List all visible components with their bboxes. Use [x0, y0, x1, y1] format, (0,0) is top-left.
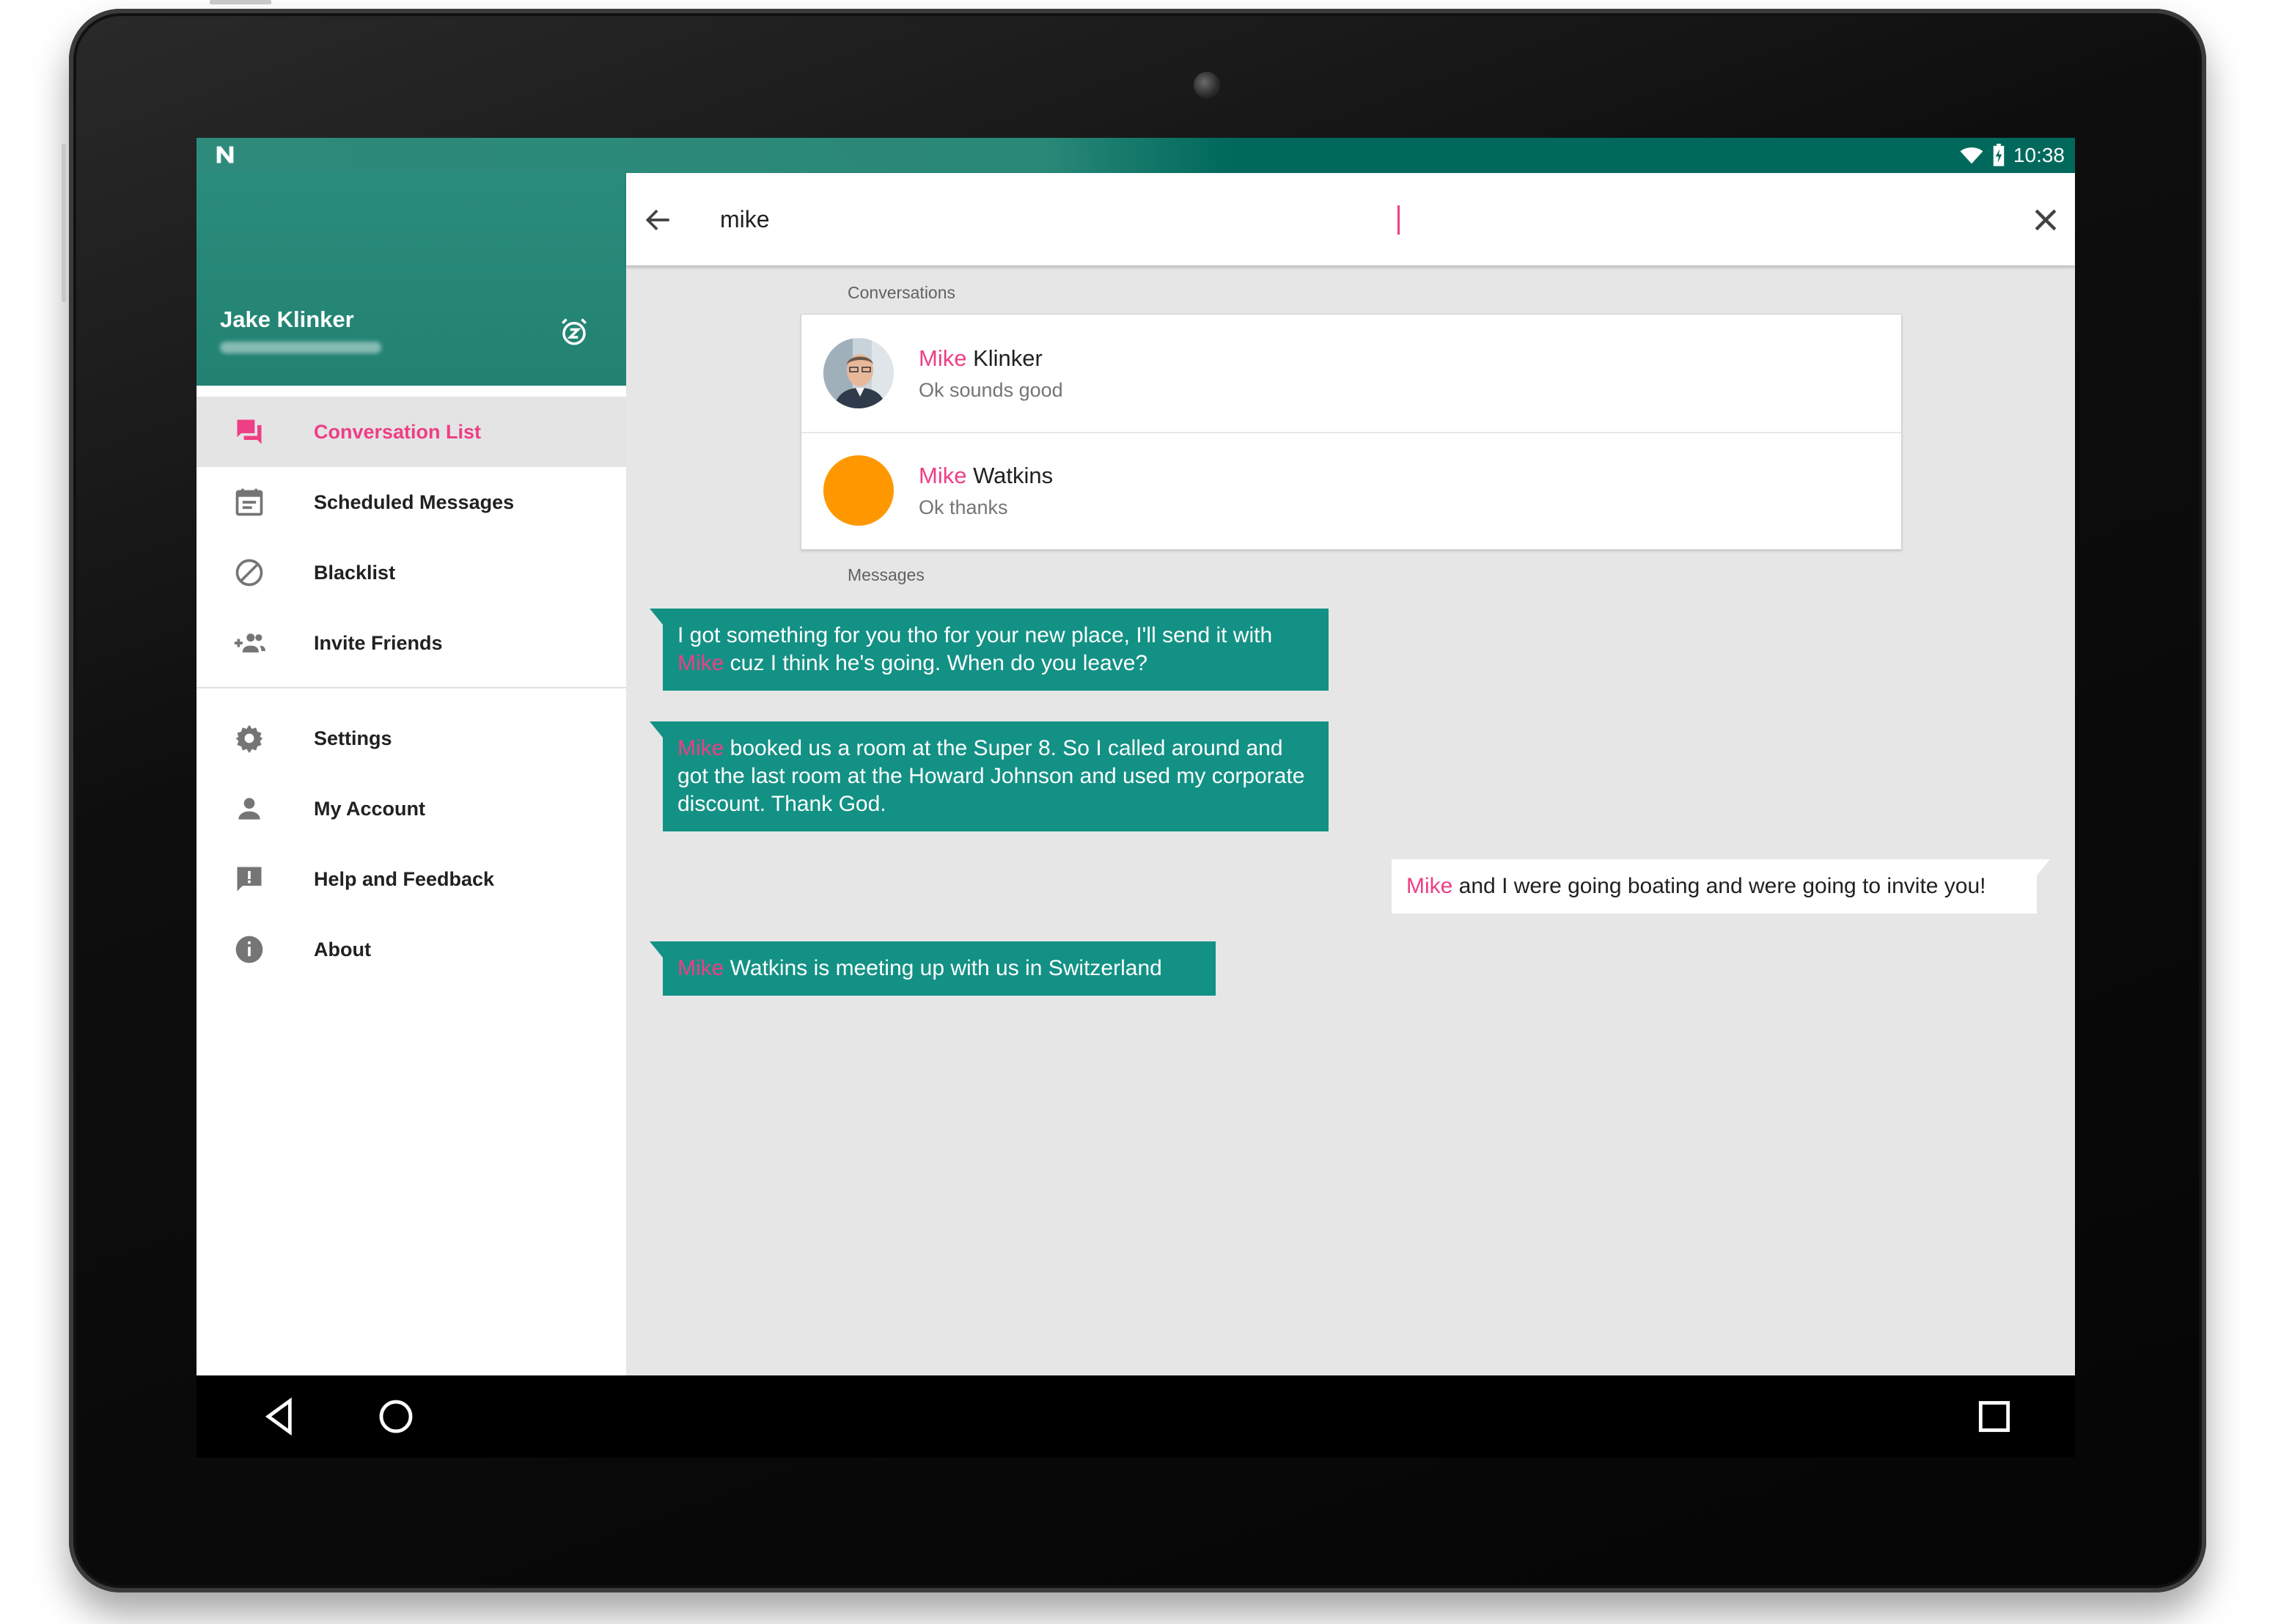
drawer-item-settings[interactable]: Settings: [196, 703, 626, 774]
drawer-item-label: Scheduled Messages: [314, 490, 515, 513]
drawer-item-invite-friends[interactable]: Invite Friends: [196, 608, 626, 678]
drawer-divider: [196, 687, 626, 688]
drawer-item-help-feedback[interactable]: Help and Feedback: [196, 844, 626, 914]
message-bubble-sent[interactable]: Mike and I were going boating and were g…: [1392, 859, 2050, 914]
status-bar: 10:38: [196, 138, 2075, 173]
power-button: [210, 0, 271, 4]
wifi-icon: [1960, 147, 1983, 164]
drawer-item-conversation-list[interactable]: Conversation List: [196, 397, 626, 467]
drawer-item-label: Settings: [314, 727, 392, 749]
camera-icon: [1194, 72, 1220, 98]
feedback-icon: [237, 867, 262, 892]
conversation-row[interactable]: Mike Watkins Ok thanks: [801, 432, 1901, 549]
user-name: Jake Klinker: [220, 306, 354, 332]
text-cursor: [1397, 205, 1400, 235]
section-label-messages: Messages: [848, 565, 925, 584]
screen: 10:38 Jake Klinker Conversation List Sch…: [196, 138, 2075, 1375]
search-input[interactable]: [720, 202, 1893, 236]
search-bar: [626, 173, 2075, 265]
conversation-results: Mike Klinker Ok sounds good Mike Watkins…: [801, 314, 1902, 550]
group-add-icon: [234, 633, 265, 653]
back-arrow-icon[interactable]: [642, 204, 675, 236]
home-nav-icon[interactable]: [372, 1393, 419, 1440]
snooze-icon[interactable]: [559, 317, 589, 348]
drawer-item-blacklist[interactable]: Blacklist: [196, 537, 626, 608]
drawer-item-about[interactable]: About: [196, 914, 626, 985]
system-nav-bar: [196, 1375, 2075, 1458]
contact-avatar-photo: [823, 338, 894, 408]
drawer-item-label: Help and Feedback: [314, 867, 495, 890]
message-bubble[interactable]: Mike booked us a room at the Super 8. So…: [650, 721, 1329, 831]
conversation-name: Mike Watkins: [919, 463, 1054, 488]
conversation-snippet: Ok thanks: [919, 496, 1008, 518]
status-time: 10:38: [2013, 144, 2065, 166]
navigation-drawer: Jake Klinker Conversation List Scheduled…: [196, 173, 626, 1375]
drawer-header: Jake Klinker: [196, 173, 626, 386]
battery-icon: [1993, 144, 2005, 166]
drawer-item-label: Blacklist: [314, 561, 396, 584]
back-nav-icon[interactable]: [257, 1393, 304, 1440]
person-icon: [238, 798, 260, 820]
block-icon: [235, 559, 263, 587]
message-bubble[interactable]: Mike Watkins is meeting up with us in Sw…: [650, 941, 1216, 996]
conversation-snippet: Ok sounds good: [919, 379, 1063, 401]
drawer-item-label: Conversation List: [314, 420, 482, 443]
forum-icon: [237, 419, 262, 444]
message-bubble[interactable]: I got something for you tho for your new…: [650, 609, 1329, 691]
contact-avatar: [823, 455, 894, 526]
status-icons: 10:38: [1959, 138, 2065, 173]
calendar-icon: [235, 488, 263, 516]
drawer-item-label: Invite Friends: [314, 631, 443, 654]
drawer-item-label: About: [314, 938, 371, 960]
drawer-item-my-account[interactable]: My Account: [196, 774, 626, 844]
recents-nav-icon[interactable]: [1971, 1393, 2018, 1440]
drawer-item-scheduled-messages[interactable]: Scheduled Messages: [196, 467, 626, 537]
user-phone-blurred: [220, 342, 381, 353]
conversation-name: Mike Klinker: [919, 345, 1043, 371]
drawer-item-label: My Account: [314, 797, 426, 820]
gear-icon: [235, 724, 263, 754]
notification-icon: [213, 142, 239, 169]
volume-button: [62, 144, 66, 302]
drawer-menu: Conversation List Scheduled Messages Bla…: [196, 397, 626, 985]
close-icon[interactable]: [2030, 204, 2062, 236]
conversation-row[interactable]: Mike Klinker Ok sounds good: [801, 315, 1901, 433]
section-label-conversations: Conversations: [848, 283, 956, 302]
info-icon: [235, 936, 263, 963]
